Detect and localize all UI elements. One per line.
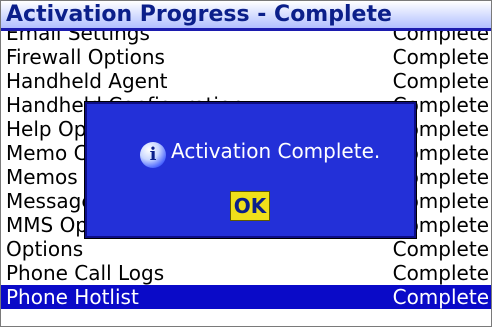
list-item[interactable]: Phone Call Logs Complete (1, 261, 491, 285)
list-item-name: Firewall Options (6, 45, 165, 69)
list-item-status: Complete (392, 31, 489, 45)
list-item[interactable]: Email Settings Complete (1, 31, 491, 45)
list-item-status: Complete (392, 45, 489, 69)
list-item[interactable]: Firewall Options Complete (1, 45, 491, 69)
list-item-name: Memos (6, 165, 78, 189)
list-item[interactable]: Options Complete (1, 237, 491, 261)
screen-title: Activation Progress - Complete (6, 2, 392, 27)
list-item-name: Email Settings (6, 31, 150, 45)
activation-complete-dialog: i Activation Complete. OK (85, 102, 416, 238)
list-item-status: Complete (392, 69, 489, 93)
list-item[interactable]: Handheld Agent Complete (1, 69, 491, 93)
ok-button[interactable]: OK (230, 191, 270, 221)
list-item-status: Complete (392, 285, 489, 309)
list-item[interactable]: Phone Hotlist Complete (1, 285, 491, 309)
info-icon: i (140, 142, 166, 168)
activation-screen: Activation Progress - Complete Email Set… (0, 0, 492, 327)
list-item-name: Phone Call Logs (6, 261, 165, 285)
list-item-name: Handheld Agent (6, 69, 168, 93)
list-item-name: Phone Hotlist (6, 285, 139, 309)
dialog-message: Activation Complete. (171, 139, 381, 163)
list-item-status: Complete (392, 261, 489, 285)
list-item-name: Options (6, 237, 84, 261)
list-item-status: Complete (392, 237, 489, 261)
title-bar: Activation Progress - Complete (1, 1, 491, 31)
